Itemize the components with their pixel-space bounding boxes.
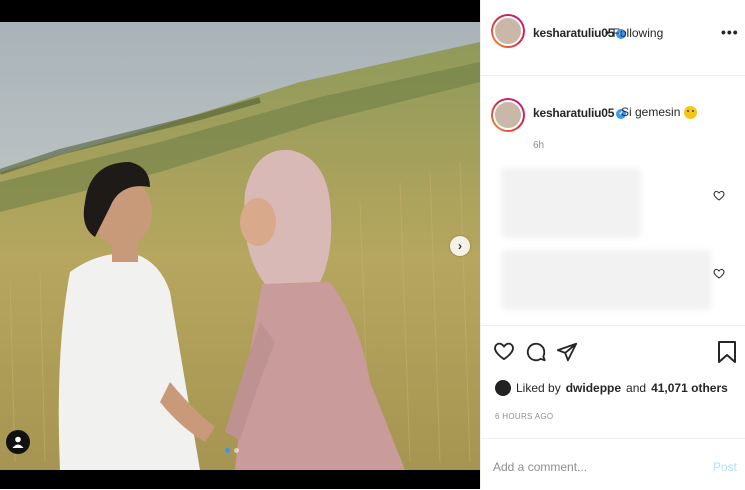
next-slide-button[interactable]: › [450,236,470,256]
liker-avatar[interactable] [495,380,511,396]
carousel-dot-1 [225,448,230,453]
likes-prefix: Liked by [516,381,561,395]
bookmark-icon [718,341,736,363]
separator-dot: • [605,26,610,40]
caption-body: Si gemesin [621,105,681,119]
comment-input[interactable]: Add a comment... [493,460,587,474]
liker-username[interactable]: dwideppe [566,381,621,395]
post-photo[interactable] [0,22,480,470]
comment-heart-icon[interactable] [713,190,725,204]
user-tag-button[interactable] [6,430,30,454]
username-text[interactable]: kesharatuliu05 [533,26,614,40]
caption-time[interactable]: 6h [533,140,544,151]
caption-username-text[interactable]: kesharatuliu05 [533,106,614,120]
carousel-dot-2 [234,448,239,453]
carousel-indicator [225,448,239,453]
blurred-comment [501,250,711,310]
save-button[interactable] [717,340,737,369]
share-icon [556,342,578,362]
caption-username[interactable]: kesharatuliu05 ✓ [533,106,627,120]
following-button[interactable]: Following [613,26,664,40]
comment-heart-icon[interactable] [713,268,725,282]
caption-avatar[interactable] [491,98,525,132]
post-comment-button[interactable]: Post [713,460,737,474]
heart-icon [494,342,514,361]
share-button[interactable] [556,341,578,368]
comment-icon [526,342,546,362]
post-details-panel: kesharatuliu05 ✓ • Following ••• kesharat… [480,0,745,489]
caption-text: Si gemesin [621,105,697,120]
bottom-black-bar [0,470,480,489]
user-tag-icon [12,436,24,448]
likes-summary: Liked by dwideppe and 41,071 others [495,380,728,396]
likes-middle: and [626,381,647,395]
chevron-right-icon: › [458,239,462,253]
blurred-comment [501,168,641,238]
more-icon[interactable]: ••• [721,24,739,40]
comment-button[interactable] [525,341,547,368]
photo-illustration [0,22,480,470]
avatar[interactable] [491,14,525,48]
post-header: kesharatuliu05 ✓ • Following ••• [481,0,745,76]
follow-status[interactable]: • Following [605,26,663,40]
post-timestamp[interactable]: 6 HOURS AGO [495,412,553,421]
grinning-face-emoji-icon [683,106,697,120]
likes-count[interactable]: 41,071 others [651,381,728,395]
actions-divider [481,325,745,327]
like-button[interactable] [493,341,515,366]
top-black-bar [0,0,480,22]
